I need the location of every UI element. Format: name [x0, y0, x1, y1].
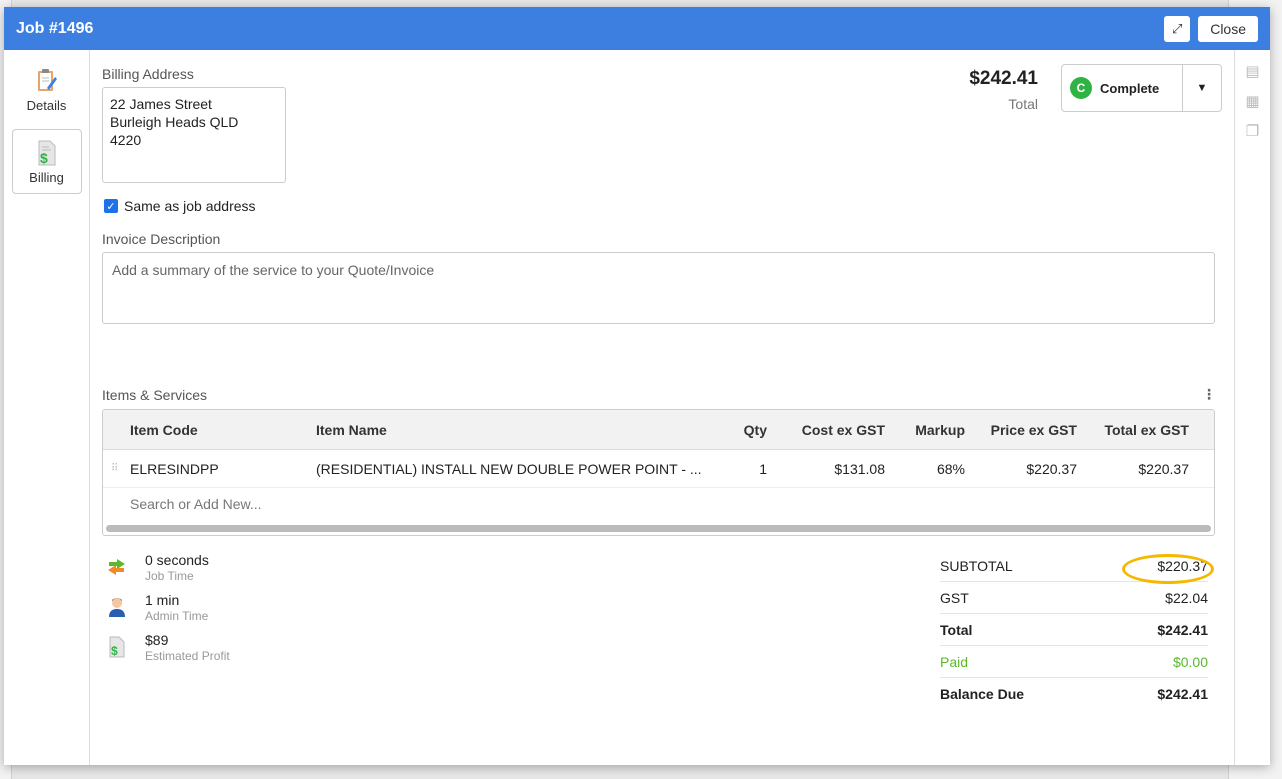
summary-subtotal-row: SUBTOTAL $220.37	[940, 550, 1214, 584]
same-as-job-row: ✓ Same as job address	[104, 198, 256, 214]
documents-icon[interactable]: ❐	[1245, 122, 1261, 140]
item-search-placeholder: Search or Add New...	[130, 496, 262, 512]
same-as-job-label: Same as job address	[124, 198, 256, 214]
summary-total-row: Total $242.41	[940, 614, 1208, 646]
svg-text:$: $	[40, 150, 48, 166]
invoice-description-field[interactable]: Add a summary of the service to your Quo…	[102, 252, 1215, 324]
status-label: Complete	[1100, 80, 1160, 96]
invoice-summary: SUBTOTAL $220.37 GST $22.04 Total $242.4…	[940, 550, 1214, 710]
profit-invoice-icon: $	[102, 636, 132, 658]
invoice-dollar-icon: $	[13, 136, 81, 170]
row-markup: 68%	[936, 460, 965, 477]
arrows-swap-icon	[102, 556, 132, 578]
invoice-description-placeholder: Add a summary of the service to your Quo…	[112, 262, 435, 278]
row-price: $220.37	[1026, 460, 1077, 477]
nav-item-billing-label: Billing	[29, 170, 64, 185]
summary-gst-row: GST $22.04	[940, 582, 1208, 614]
metric-job-time: 0 seconds Job Time	[102, 552, 230, 592]
subtotal-highlight-annotation	[1122, 554, 1214, 584]
admin-time-value: 1 min	[145, 592, 180, 608]
expand-icon: ⤢	[1172, 20, 1183, 36]
table-horizontal-scrollbar[interactable]	[106, 525, 1211, 532]
status-dropdown: C Complete ▼	[1061, 64, 1222, 112]
paid-label: Paid	[940, 653, 969, 670]
col-cost[interactable]: Cost ex GST	[783, 410, 885, 449]
col-total[interactable]: Total ex GST	[1083, 410, 1189, 449]
address-line-3: 4220	[110, 132, 142, 148]
status-complete-icon: C	[1070, 77, 1092, 99]
gst-label: GST	[940, 589, 969, 606]
job-time-label: Job Time	[145, 569, 194, 583]
col-qty[interactable]: Qty	[723, 410, 767, 449]
right-rail: ▤ ▦ ❐	[1234, 50, 1270, 765]
metric-profit: $ $89 Estimated Profit	[102, 632, 230, 672]
drag-handle-icon[interactable]: ⠿	[111, 450, 118, 487]
svg-text:$: $	[111, 644, 118, 658]
metric-admin-time: 1 min Admin Time	[102, 592, 230, 632]
nav-item-billing[interactable]: $ Billing	[11, 129, 82, 194]
billing-address-field[interactable]: 22 James Street Burleigh Heads QLD 4220	[102, 87, 286, 183]
item-search-input[interactable]: Search or Add New...	[103, 488, 1214, 520]
subtotal-label: SUBTOTAL	[940, 557, 1013, 574]
row-item-code: ELRESINDPP	[130, 460, 219, 477]
items-more-icon[interactable]: ⋮	[1202, 386, 1216, 403]
invoice-description-label: Invoice Description	[102, 231, 221, 247]
expand-button[interactable]: ⤢	[1164, 15, 1191, 42]
clipboard-edit-icon	[12, 64, 82, 98]
total-label: Total	[940, 621, 973, 638]
balance-value: $242.41	[1157, 686, 1208, 702]
row-qty: 1	[759, 460, 767, 477]
table-row[interactable]: ⠿ ELRESINDPP (RESIDENTIAL) INSTALL NEW D…	[103, 450, 1214, 488]
summary-balance-row: Balance Due $242.41	[940, 678, 1208, 710]
notes-icon[interactable]: ▤	[1245, 62, 1261, 80]
paid-value: $0.00	[1172, 653, 1208, 670]
col-markup[interactable]: Markup	[893, 410, 965, 449]
balance-label: Balance Due	[940, 686, 1025, 702]
col-price[interactable]: Price ex GST	[973, 410, 1077, 449]
side-nav: Details $ Billing	[4, 50, 90, 765]
address-line-1: 22 James Street	[110, 96, 212, 112]
status-button[interactable]: C Complete	[1062, 65, 1183, 111]
header-total-amount: $242.41	[969, 68, 1038, 89]
modal-title: Job #1496	[16, 19, 94, 37]
total-value: $242.41	[1157, 621, 1208, 638]
nav-item-details[interactable]: Details	[12, 58, 82, 121]
summary-paid-row: Paid $0.00	[940, 646, 1208, 678]
photos-icon[interactable]: ▦	[1245, 92, 1261, 110]
profit-label: Estimated Profit	[145, 649, 230, 663]
close-button[interactable]: Close	[1198, 15, 1258, 42]
admin-user-icon	[102, 596, 132, 618]
row-item-name: (RESIDENTIAL) INSTALL NEW DOUBLE POWER P…	[316, 460, 702, 477]
same-as-job-checkbox[interactable]: ✓	[104, 199, 118, 213]
items-table-header: Item Code Item Name Qty Cost ex GST Mark…	[103, 410, 1214, 450]
job-metrics: 0 seconds Job Time 1 min Admin Time $ $8…	[102, 552, 230, 672]
col-item-name[interactable]: Item Name	[316, 410, 387, 449]
status-caret-button[interactable]: ▼	[1183, 82, 1221, 94]
job-time-value: 0 seconds	[145, 552, 209, 568]
items-table: Item Code Item Name Qty Cost ex GST Mark…	[102, 409, 1215, 536]
row-total: $220.37	[1138, 460, 1189, 477]
profit-value: $89	[145, 632, 169, 648]
address-line-2: Burleigh Heads QLD	[110, 114, 239, 130]
items-services-label: Items & Services	[102, 387, 208, 403]
row-cost: $131.08	[834, 460, 885, 477]
col-item-code[interactable]: Item Code	[130, 410, 198, 449]
modal-header: Job #1496 ⤢ Close	[4, 7, 1270, 50]
billing-content: Billing Address 22 James Street Burleigh…	[102, 50, 1222, 765]
caret-down-icon: ▼	[1196, 82, 1208, 94]
nav-item-details-label: Details	[26, 98, 67, 113]
billing-address-label: Billing Address	[102, 66, 194, 82]
header-total-label: Total	[1008, 96, 1038, 112]
gst-value: $22.04	[1165, 589, 1208, 606]
job-modal: Job #1496 ⤢ Close Details $ Billing ▤ ▦ …	[4, 7, 1270, 765]
admin-time-label: Admin Time	[145, 609, 209, 623]
